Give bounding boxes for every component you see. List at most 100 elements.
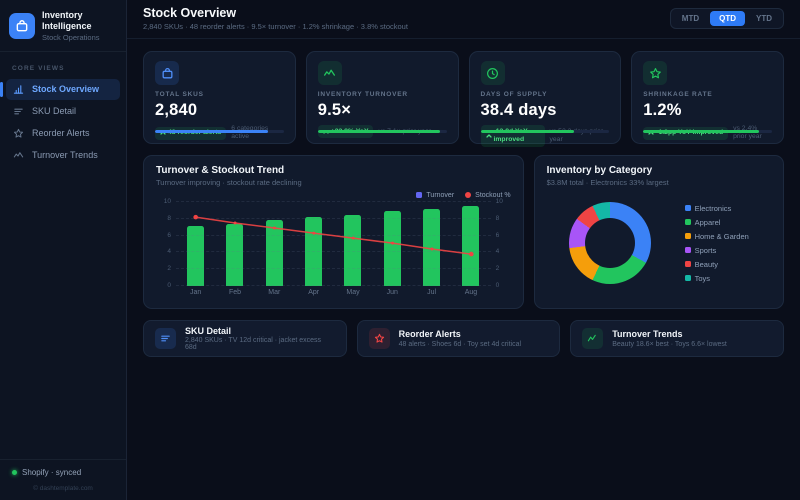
y-tick-label: 0 — [495, 282, 500, 289]
sidebar-item-label: Reorder Alerts — [32, 128, 90, 139]
legend-item-stockout-[interactable]: Stockout % — [465, 190, 511, 200]
x-tick-label: Aug — [464, 289, 478, 296]
x-tick-label: May — [346, 289, 360, 296]
donut-legend: Electronics Apparel Home & Garden Sports Bea… — [684, 204, 749, 283]
kpi-badge: -1.2pp YoY improved — [643, 126, 729, 141]
legend-label: Stockout % — [475, 191, 511, 199]
donut-legend-item-apparel[interactable]: Apparel — [684, 218, 749, 227]
kpi-badge: 48 reorder alerts — [155, 126, 227, 141]
sidebar-nav: Stock Overview SKU Detail Reorder Alerts… — [0, 78, 126, 167]
date-range-switcher: MTD QTD YTD — [669, 8, 784, 29]
legend-label: Toys — [694, 273, 711, 283]
donut-legend-item-toys[interactable]: Toys — [684, 273, 749, 283]
shortcut-turnover-trends[interactable]: Turnover Trends Beauty 18.6× best · Toys… — [570, 320, 784, 357]
gridline — [176, 201, 491, 202]
kpi-note: 6 categories active — [231, 125, 269, 141]
bar-column — [333, 202, 372, 286]
y-tick-label: 6 — [167, 231, 171, 239]
kpi-card-inventory-turnover: INVENTORY TURNOVER 9.5× +33.8% YoY vs 7.… — [305, 51, 459, 144]
x-tick-label: Jun — [386, 289, 398, 296]
legend-marker — [416, 192, 423, 198]
shortcut-reorder-alerts[interactable]: Reorder Alerts 48 alerts · Shoes 6d · To… — [356, 320, 561, 357]
kpi-progress-fill — [155, 130, 269, 133]
kpi-value: 9.5× — [317, 101, 352, 119]
donut-legend-item-beauty[interactable]: Beauty — [684, 259, 749, 269]
x-tick-label: Feb — [228, 289, 242, 296]
y-tick-label: 8 — [167, 214, 171, 222]
donut-legend-item-sports[interactable]: Sports — [684, 246, 749, 255]
brand-title: Inventory Intelligence — [42, 10, 92, 31]
chart-title: Turnover & Stockout Trend — [156, 165, 285, 176]
bar-column — [176, 202, 215, 286]
sidebar-item-reorder-alerts[interactable]: Reorder Alerts — [6, 123, 120, 144]
turnover-stockout-chart-panel: Turnover & Stockout Trend Turnover impro… — [143, 155, 524, 309]
legend-label: Beauty — [694, 259, 718, 269]
legend-marker — [684, 275, 691, 281]
y-axis-right: 0 2 4 6 8 10 — [491, 198, 511, 289]
bar-column — [373, 202, 412, 286]
donut-chart — [568, 202, 651, 284]
legend-label: Turnover — [426, 191, 455, 199]
legend-marker — [465, 192, 472, 198]
kpi-badge: -13.8d YoY improved — [480, 125, 545, 147]
turnover-bar — [265, 220, 283, 286]
bar-chart-icon — [13, 84, 24, 95]
turnover-bar — [226, 223, 244, 286]
y-tick-label: 4 — [495, 248, 500, 256]
turnover-bar — [344, 214, 362, 286]
turnover-bar — [383, 211, 401, 286]
kpi-progress-track — [643, 130, 772, 133]
turnover-bar — [423, 208, 441, 286]
copyright-text: © dashtemplate.com — [33, 485, 93, 492]
legend-marker — [684, 205, 691, 211]
range-button-ytd[interactable]: YTD — [747, 11, 781, 26]
y-tick-label: 10 — [163, 198, 171, 205]
bar-column — [412, 202, 451, 286]
y-tick-label: 4 — [167, 248, 171, 256]
sidebar-item-sku-detail[interactable]: SKU Detail — [6, 101, 120, 122]
shortcut-subtitle: 48 alerts · Shoes 6d · Toy set 4d critic… — [398, 340, 522, 348]
kpi-progress-fill — [643, 130, 760, 133]
x-tick-label: Jan — [190, 289, 202, 296]
y-tick-label: 0 — [167, 282, 171, 289]
sync-status-dot — [12, 470, 17, 475]
kpi-label: TOTAL SKUS — [155, 91, 204, 98]
kpi-card-days-of-supply: DAYS OF SUPPLY 38.4 days -13.8d YoY impr… — [468, 51, 622, 147]
page-subtitle: 2,840 SKUs · 48 reorder alerts · 9.5× tu… — [143, 22, 408, 31]
range-button-qtd[interactable]: QTD — [710, 11, 745, 26]
charts-row: Turnover & Stockout Trend Turnover impro… — [143, 155, 784, 309]
x-tick-label: Apr — [308, 289, 320, 296]
trend-icon — [317, 61, 342, 85]
y-tick-label: 6 — [495, 231, 500, 239]
kpi-progress-fill — [317, 130, 441, 133]
sidebar-item-stock-overview[interactable]: Stock Overview — [0, 78, 120, 100]
star-icon — [643, 61, 668, 85]
range-button-mtd[interactable]: MTD — [673, 11, 708, 26]
kpi-note: vs 2.4% prior year — [733, 125, 762, 141]
gridline — [176, 217, 491, 219]
bar-column — [215, 202, 254, 286]
y-tick-label: 2 — [495, 265, 500, 273]
list-icon — [13, 106, 24, 117]
list-icon — [155, 328, 176, 349]
kpi-label: INVENTORY TURNOVER — [317, 91, 408, 98]
shortcut-title: SKU Detail — [184, 325, 231, 336]
legend-marker — [684, 247, 691, 253]
page-header: Stock Overview 2,840 SKUs · 48 reorder a… — [127, 0, 800, 39]
kpi-progress-track — [480, 130, 610, 133]
kpi-label: DAYS OF SUPPLY — [480, 91, 548, 98]
y-tick-label: 8 — [495, 214, 500, 222]
inventory-by-category-panel: Inventory by Category $3.8M total · Elec… — [533, 155, 784, 309]
chart-subtitle: $3.8M total · Electronics 33% largest — [546, 178, 669, 187]
kpi-card-shrinkage-rate: SHRINKAGE RATE 1.2% -1.2pp YoY improved … — [631, 51, 784, 144]
donut-legend-item-home-garden[interactable]: Home & Garden — [684, 232, 749, 241]
legend-marker — [684, 233, 691, 239]
legend-item-turnover[interactable]: Turnover — [416, 190, 454, 200]
main-content: Stock Overview 2,840 SKUs · 48 reorder a… — [127, 0, 800, 500]
trend-up-icon — [485, 134, 492, 138]
kpi-value: 2,840 — [155, 101, 198, 119]
donut-legend-item-electronics[interactable]: Electronics — [684, 204, 749, 213]
shortcut-row: SKU Detail 2,840 SKUs · TV 12d critical … — [143, 320, 784, 357]
sidebar-item-turnover-trends[interactable]: Turnover Trends — [6, 145, 120, 166]
shortcut-sku-detail[interactable]: SKU Detail 2,840 SKUs · TV 12d critical … — [143, 320, 347, 357]
